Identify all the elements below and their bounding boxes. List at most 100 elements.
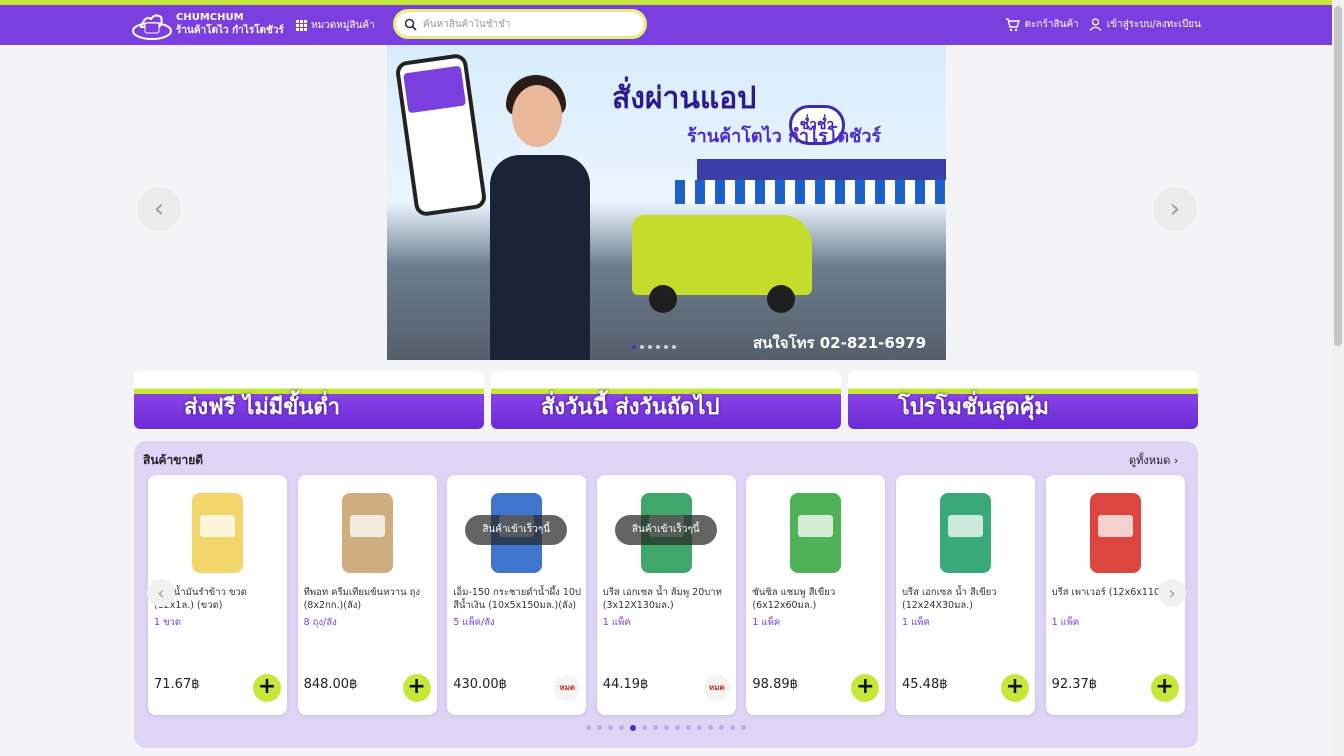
pagination-dot[interactable] (630, 725, 636, 731)
product-card[interactable]: ซันซิล แชมพู สีเขียว (6x12x60มล.) 1 แพ็ค 9… (746, 475, 886, 715)
categories-button[interactable]: หมวดหมู่สินค้า (296, 18, 375, 33)
plus-icon: + (257, 674, 277, 699)
shop-awning (675, 180, 946, 204)
plus-icon: + (407, 674, 426, 699)
product-name[interactable]: ทีพอท ครีมเทียมข้นหวาน ถุง (8x2กก.)(ลัง) (304, 586, 434, 612)
search-icon (404, 18, 417, 31)
products-next-button[interactable]: › (1158, 579, 1186, 607)
product-image[interactable] (910, 485, 1021, 581)
pagination-dot[interactable] (672, 345, 676, 349)
add-to-cart-button[interactable]: + (253, 674, 281, 702)
chevron-right-icon: › (1173, 454, 1179, 467)
hero-banner[interactable]: สั่งผ่านแอป ช่ำช่ำ ร้านค้าโตไว กำไรโตชัว… (387, 45, 946, 360)
products-pagination (586, 725, 746, 731)
pagination-dot[interactable] (586, 725, 591, 730)
chevron-right-icon: › (1168, 582, 1176, 604)
pagination-dot[interactable] (708, 725, 713, 730)
pagination-dot[interactable] (656, 345, 660, 349)
banner-pagination (632, 345, 676, 349)
pagination-dot[interactable] (608, 725, 613, 730)
product-name[interactable]: บรีส เอกเซล น้ำ ส้มพู 20บาท (3x12X130มล.… (603, 586, 733, 612)
pagination-dot[interactable] (619, 725, 624, 730)
pagination-dot[interactable] (648, 345, 652, 349)
product-price: 45.48฿ (902, 677, 948, 692)
banner-headline: สั่งผ่านแอป (612, 81, 757, 116)
product-image[interactable] (162, 485, 273, 581)
rabbit-logo-icon (132, 14, 172, 40)
scrollbar-thumb[interactable] (1334, 6, 1342, 346)
plus-icon: + (1155, 674, 1174, 699)
van-wheel (767, 285, 795, 313)
promo-deals[interactable]: โปรโมชั่นสุดคุ้ม (848, 371, 1198, 429)
product-name[interactable]: เอ็ม-150 กระชายดำน้ำผึ้ง 10ป สีน้ำเงิน (… (453, 586, 583, 612)
page-scrollbar[interactable] (1332, 0, 1344, 756)
product-price: 98.89฿ (752, 677, 798, 692)
banner-prev-button[interactable]: ‹ (137, 187, 181, 231)
product-name[interactable]: บรีส เอกเซล น้ำ สีเขียว (12x24X30มล.) (902, 586, 1032, 612)
login-button[interactable]: เข้าสู่ระบบ/ลงทะเบียน (1089, 17, 1201, 32)
soldout-badge: หมด (554, 675, 581, 701)
product-price: 430.00฿ (453, 677, 507, 692)
product-unit: 1 ขวด (154, 617, 182, 628)
product-image[interactable] (1060, 485, 1171, 581)
promo-label: โปรโมชั่นสุดคุ้ม (898, 395, 1049, 420)
add-to-cart-button[interactable]: + (851, 674, 880, 702)
pagination-dot[interactable] (640, 345, 644, 349)
product-card[interactable]: สินค้าเข้าเร็วๆนี้ เอ็ม-150 กระชายดำน้ำผึ… (447, 475, 587, 715)
pagination-dot[interactable] (675, 725, 680, 730)
shop-roof (697, 159, 946, 181)
product-name[interactable]: ซันซิล แชมพู สีเขียว (6x12x60มล.) (752, 586, 882, 612)
products-prev-button[interactable]: ‹ (147, 579, 175, 607)
pagination-dot[interactable] (653, 725, 658, 730)
pagination-dot[interactable] (632, 345, 636, 349)
promo-free-shipping[interactable]: ส่งฟรี ไม่มีขั้นต่ำ (134, 371, 484, 429)
product-image[interactable] (312, 485, 423, 581)
pagination-dot[interactable] (719, 725, 724, 730)
brand-logo[interactable] (131, 11, 173, 41)
chevron-left-icon: ‹ (157, 582, 165, 604)
cart-label: ตะกร้าสินค้า (1024, 19, 1079, 30)
cart-button[interactable]: ตะกร้าสินค้า (1005, 17, 1079, 32)
banner-next-button[interactable]: › (1153, 187, 1197, 231)
product-unit: 1 แพ็ค (602, 617, 631, 628)
cart-icon (1005, 17, 1020, 31)
pagination-dot[interactable] (730, 725, 735, 730)
promo-next-day[interactable]: สั่งวันนี้ ส่งวันถัดไป (491, 371, 841, 429)
site-header: CHUMCHUM ร้านค้าโตไว กำไรโตชัวร์ หมวดหมู… (0, 5, 1332, 45)
pagination-dot[interactable] (597, 725, 602, 730)
product-card[interactable]: ทีพอท ครีมเทียมข้นหวาน ถุง (8x2กก.)(ลัง)… (297, 475, 437, 715)
pagination-dot[interactable] (664, 345, 668, 349)
section-title: สินค้าขายดี (143, 453, 204, 467)
header-actions: ตะกร้าสินค้า เข้าสู่ระบบ/ลงทะเบียน (1005, 17, 1201, 32)
product-price: 71.67฿ (154, 677, 200, 692)
brand-name: CHUMCHUM ร้านค้าโตไว กำไรโตชัวร์ (176, 11, 284, 37)
plus-icon: + (856, 674, 875, 699)
login-label: เข้าสู่ระบบ/ลงทะเบียน (1106, 19, 1201, 30)
pagination-dot[interactable] (642, 725, 647, 730)
pagination-dot[interactable] (697, 725, 702, 730)
product-image[interactable] (760, 485, 871, 581)
product-price: 44.19฿ (602, 677, 649, 692)
brand-tagline: ร้านค้าโตไว กำไรโตชัวร์ (176, 25, 284, 36)
product-unit: 1 แพ็ค (752, 617, 781, 628)
grid-icon (296, 20, 307, 31)
pagination-dot[interactable] (686, 725, 691, 730)
product-card[interactable]: บรีส เอกเซล น้ำ สีเขียว (12x24X30มล.) 1 แ… (896, 475, 1035, 715)
soldout-badge: หมด (703, 675, 730, 701)
search-bar[interactable] (393, 9, 647, 39)
brand-title: CHUMCHUM (176, 12, 244, 23)
see-all-link[interactable]: ดูทั้งหมด › (1129, 451, 1178, 469)
promo-label: ส่งฟรี ไม่มีขั้นต่ำ (184, 395, 341, 420)
add-to-cart-button[interactable]: + (402, 674, 431, 702)
add-to-cart-button[interactable]: + (1001, 674, 1029, 702)
van-wheel (649, 285, 677, 313)
add-to-cart-button[interactable]: + (1150, 674, 1179, 702)
banner-subline: ร้านค้าโตไว กำไรโตชัวร์ (687, 126, 882, 147)
product-price: 848.00฿ (303, 677, 358, 692)
pagination-dot[interactable] (741, 725, 746, 730)
product-card[interactable]: สินค้าเข้าเร็วๆนี้ บรีส เอกเซล น้ำ ส้มพู … (596, 475, 736, 715)
pagination-dot[interactable] (664, 725, 669, 730)
search-input[interactable] (423, 18, 633, 30)
user-icon (1089, 18, 1102, 31)
banner-contact: สนใจโทร 02-821-6979 (753, 334, 927, 352)
